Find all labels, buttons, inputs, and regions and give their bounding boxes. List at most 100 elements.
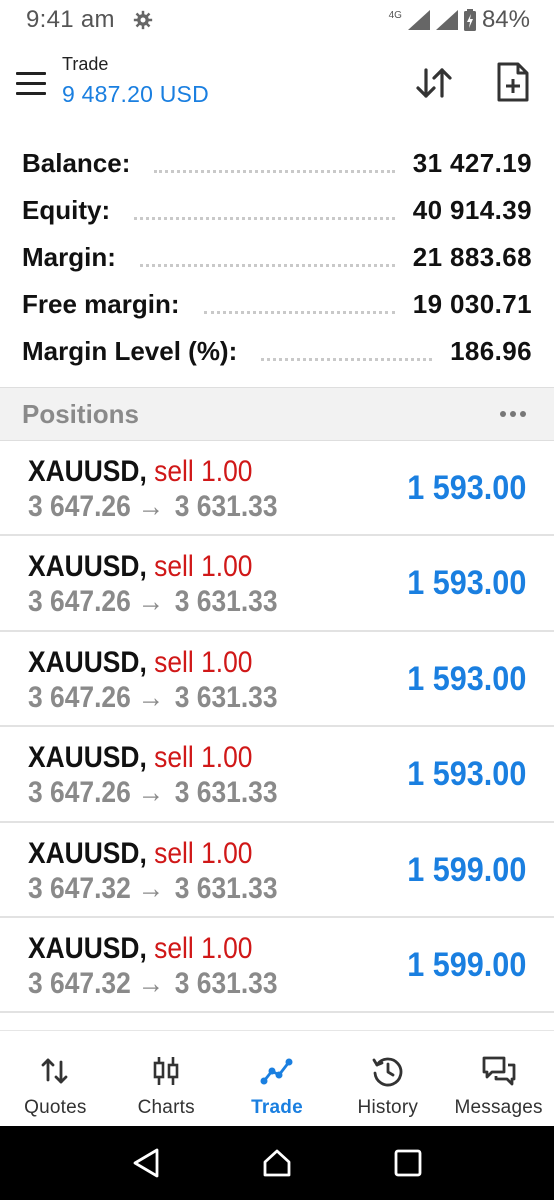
more-options-icon[interactable] — [494, 405, 532, 423]
recents-icon — [394, 1149, 422, 1177]
nav-charts[interactable]: Charts — [111, 1031, 222, 1126]
summary-row-equity: Equity: 40 914.39 — [0, 187, 554, 234]
position-row[interactable]: XAUUSD, sell 1.00 3 647.26 → 3 631.33 1 59… — [0, 632, 554, 728]
dotted-leader — [154, 163, 395, 173]
dotted-leader — [203, 304, 395, 314]
position-profit: 1 593.00 — [406, 469, 526, 507]
charts-icon — [153, 1057, 179, 1085]
position-prices: 3 647.26 → 3 631.33 — [28, 681, 278, 715]
position-title: XAUUSD, sell 1.00 — [28, 550, 252, 584]
position-type: sell 1.00 — [154, 455, 253, 488]
history-icon — [372, 1057, 403, 1087]
account-balance-display: 9 487.20 USD — [62, 81, 209, 107]
home-button[interactable] — [257, 1143, 297, 1183]
position-row[interactable]: XAUUSD, sell 1.00 3 647.26 → 3 631.33 1 59… — [0, 441, 554, 537]
position-type: sell 1.00 — [154, 645, 253, 679]
position-title: XAUUSD, sell 1.00 — [28, 741, 252, 775]
summary-label: Margin: — [22, 242, 116, 272]
position-row[interactable]: XAUUSD, sell 1.00 3 647.26 → 3 631.33 1 59… — [0, 727, 554, 823]
page-title: Trade — [62, 54, 109, 74]
summary-row-free-margin: Free margin: 19 030.71 — [0, 281, 554, 328]
open-price: 3 647.26 — [28, 490, 131, 523]
position-symbol: XAUUSD, — [28, 455, 147, 488]
home-icon — [263, 1149, 291, 1177]
arrow-icon: → — [137, 776, 165, 810]
summary-row-margin-level: Margin Level (%): 186.96 — [0, 328, 554, 375]
positions-title: Positions — [22, 398, 140, 429]
arrow-icon: → — [137, 585, 165, 619]
summary-value: 186.96 — [450, 336, 532, 366]
summary-label: Balance: — [22, 148, 131, 178]
position-row[interactable]: XAUUSD, sell 1.00 3 647.26 → 3 631.33 1 59… — [0, 536, 554, 632]
position-prices: 3 647.26 → 3 631.33 — [28, 776, 278, 810]
status-indicators: 4G 84% — [389, 6, 530, 34]
menu-icon[interactable] — [16, 72, 46, 96]
position-type: sell 1.00 — [154, 836, 253, 870]
position-row[interactable]: XAUUSD, sell 1.00 3 647.32 → 3 631.33 1 59… — [0, 823, 554, 918]
quotes-icon — [41, 1058, 68, 1084]
signal-icon — [407, 10, 430, 30]
position-prices: 3 647.32 → 3 631.33 — [28, 967, 278, 1001]
position-profit: 1 599.00 — [406, 945, 526, 984]
position-profit: 1 593.00 — [406, 659, 526, 698]
recents-button[interactable] — [388, 1143, 428, 1183]
position-profit: 1 593.00 — [406, 564, 526, 603]
sort-icon[interactable] — [414, 64, 454, 102]
summary-value: 19 030.71 — [412, 289, 532, 319]
open-price: 3 647.32 — [28, 966, 131, 1000]
current-price: 3 631.33 — [174, 585, 278, 619]
nav-label: Messages — [454, 1097, 543, 1118]
current-price: 3 631.33 — [174, 680, 278, 714]
new-order-icon[interactable] — [496, 62, 530, 102]
dotted-leader — [261, 351, 433, 361]
position-profit: 1 599.00 — [406, 850, 526, 889]
summary-row-balance: Balance: 31 427.19 — [0, 140, 554, 187]
current-price: 3 631.33 — [174, 490, 278, 523]
nav-label: Quotes — [24, 1097, 87, 1118]
nav-label: Charts — [137, 1097, 195, 1118]
current-price: 3 631.33 — [174, 776, 278, 810]
nav-history[interactable]: History — [332, 1031, 443, 1126]
status-time: 9:41 am — [26, 6, 115, 33]
position-type: sell 1.00 — [154, 741, 253, 775]
position-type: sell 1.00 — [154, 931, 253, 965]
status-bar: 9:41 am 4G 84% — [0, 0, 554, 40]
messages-icon — [482, 1056, 515, 1086]
open-price: 3 647.26 — [28, 585, 131, 619]
gear-icon — [133, 10, 152, 30]
trade-icon — [260, 1058, 293, 1085]
position-prices: 3 647.32 → 3 631.33 — [28, 872, 278, 906]
position-row-partial[interactable] — [0, 1013, 554, 1029]
nav-quotes[interactable]: Quotes — [0, 1031, 111, 1126]
position-prices: 3 647.26 → 3 631.33 — [28, 490, 278, 524]
summary-row-margin: Margin: 21 883.68 — [0, 234, 554, 281]
nav-trade[interactable]: Trade — [222, 1031, 333, 1126]
position-row[interactable]: XAUUSD, sell 1.00 3 647.32 → 3 631.33 1 59… — [0, 918, 554, 1014]
nav-label: History — [357, 1097, 419, 1118]
summary-label: Equity: — [22, 195, 111, 225]
position-title: XAUUSD, sell 1.00 — [28, 932, 252, 966]
arrow-icon: → — [137, 871, 165, 905]
open-price: 3 647.32 — [28, 871, 131, 905]
arrow-icon: → — [137, 680, 165, 714]
position-type: sell 1.00 — [154, 550, 253, 584]
position-title: XAUUSD, sell 1.00 — [28, 837, 252, 871]
open-price: 3 647.26 — [28, 776, 131, 810]
position-title: XAUUSD, sell 1.00 — [28, 455, 252, 489]
position-profit: 1 593.00 — [406, 755, 526, 794]
back-icon — [133, 1148, 159, 1178]
open-price: 3 647.26 — [28, 680, 131, 714]
position-symbol: XAUUSD, — [28, 645, 147, 679]
app-bar: Trade 9 487.20 USD — [0, 40, 554, 128]
app-title-block: Trade 9 487.20 USD — [62, 54, 209, 108]
arrow-icon: → — [137, 966, 165, 1000]
position-symbol: XAUUSD, — [28, 741, 147, 775]
dotted-leader — [134, 210, 395, 220]
position-title: XAUUSD, sell 1.00 — [28, 646, 252, 680]
position-prices: 3 647.26 → 3 631.33 — [28, 585, 278, 619]
nav-messages[interactable]: Messages — [443, 1031, 554, 1126]
back-button[interactable] — [126, 1143, 166, 1183]
network-label: 4G — [388, 10, 402, 21]
current-price: 3 631.33 — [174, 871, 278, 905]
current-price: 3 631.33 — [174, 966, 278, 1000]
